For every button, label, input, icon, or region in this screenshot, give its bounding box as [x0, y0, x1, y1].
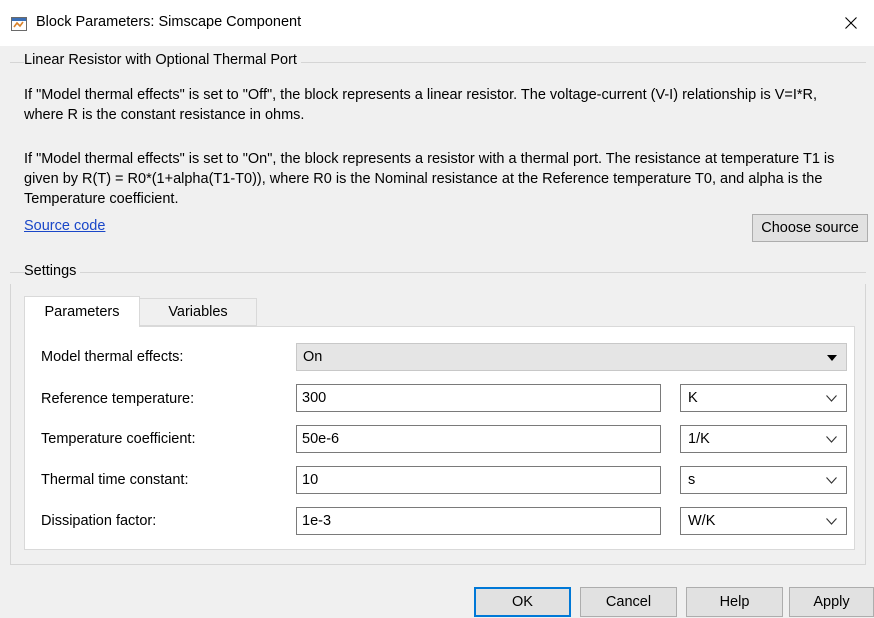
cancel-button[interactable]: Cancel	[580, 587, 677, 617]
apply-button[interactable]: Apply	[789, 587, 874, 617]
choose-source-button[interactable]: Choose source	[752, 214, 868, 242]
source-code-link[interactable]: Source code	[24, 218, 105, 234]
tab-parameters[interactable]: Parameters	[24, 296, 140, 327]
description-paragraph-1: If "Model thermal effects" is set to "Of…	[24, 87, 818, 123]
settings-group-title: Settings	[24, 263, 81, 279]
close-button[interactable]	[828, 0, 874, 46]
close-icon	[845, 17, 857, 29]
simulink-block-icon	[11, 17, 27, 31]
description-paragraph-2: If "Model thermal effects" is set to "On…	[24, 151, 835, 207]
ok-button[interactable]: OK	[474, 587, 571, 617]
help-button[interactable]: Help	[686, 587, 783, 617]
window-title: Block Parameters: Simscape Component	[36, 14, 302, 30]
settings-group-line	[10, 272, 866, 273]
title-bar[interactable]: Block Parameters: Simscape Component	[0, 0, 874, 46]
description-group-title: Linear Resistor with Optional Thermal Po…	[24, 52, 301, 68]
